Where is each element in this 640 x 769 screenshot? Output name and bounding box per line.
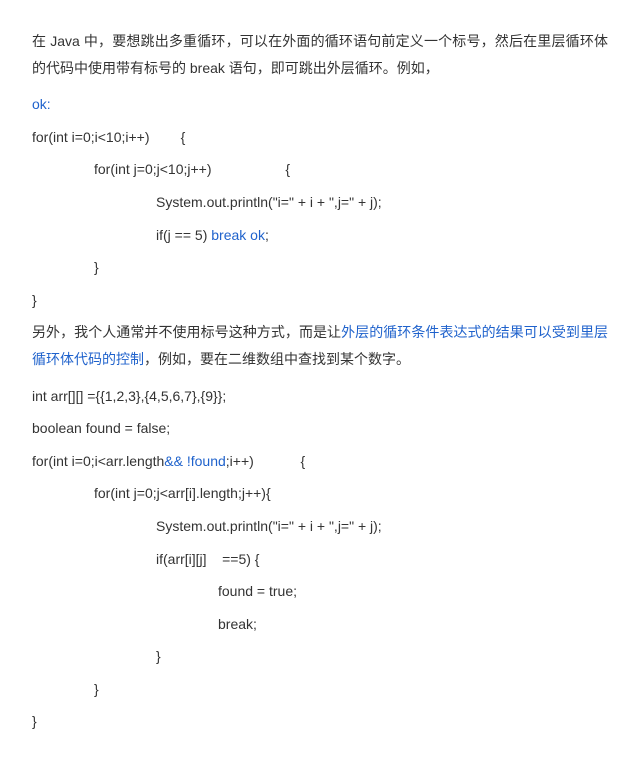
code-brace-close-2b: } [32, 676, 608, 703]
code-for-outer-2a: for(int i=0;i<arr.length [32, 453, 164, 469]
para2-text-b: ，例如，要在二维数组中查找到某个数字。 [144, 351, 410, 367]
code-for-inner-2: for(int j=0;j<arr[i].length;j++){ [32, 480, 608, 507]
code-for-outer-1: for(int i=0;i<10;i++) { [32, 124, 608, 151]
code-break: break; [32, 611, 608, 638]
code-if-prefix: if(j == 5) [156, 227, 211, 243]
code-found-true: found = true; [32, 578, 608, 605]
code-for-outer-2: for(int i=0;i<arr.length&& !found;i++) { [32, 448, 608, 475]
code-for-inner-1: for(int j=0;j<10;j++) { [32, 156, 608, 183]
code-println-1: System.out.println("i=" + i + ",j=" + j)… [32, 189, 608, 216]
code-if-suffix: ; [265, 227, 269, 243]
code-break-ok: break ok [211, 227, 265, 243]
code-for-outer-2-blue: && !found [164, 453, 226, 469]
code-println-2: System.out.println("i=" + i + ",j=" + j)… [32, 513, 608, 540]
para2-text-a: 另外，我个人通常并不使用标号这种方式，而是让 [32, 324, 341, 340]
code-brace-close-2c: } [32, 708, 608, 735]
code-if-arr: if(arr[i][j] ==5) { [32, 546, 608, 573]
code-brace-close-2a: } [32, 643, 608, 670]
code-if-break-ok: if(j == 5) break ok; [32, 222, 608, 249]
code-label-ok: ok: [32, 91, 608, 118]
code-brace-close-1b: } [32, 287, 608, 314]
code-found-decl: boolean found = false; [32, 415, 608, 442]
code-arr-decl: int arr[][] ={{1,2,3},{4,5,6,7},{9}}; [32, 383, 608, 410]
code-for-outer-2b: ;i++) { [226, 453, 305, 469]
code-brace-close-1a: } [32, 254, 608, 281]
intro-paragraph: 在 Java 中，要想跳出多重循环，可以在外面的循环语句前定义一个标号，然后在里… [32, 28, 608, 81]
second-paragraph: 另外，我个人通常并不使用标号这种方式，而是让外层的循环条件表达式的结果可以受到里… [32, 319, 608, 372]
